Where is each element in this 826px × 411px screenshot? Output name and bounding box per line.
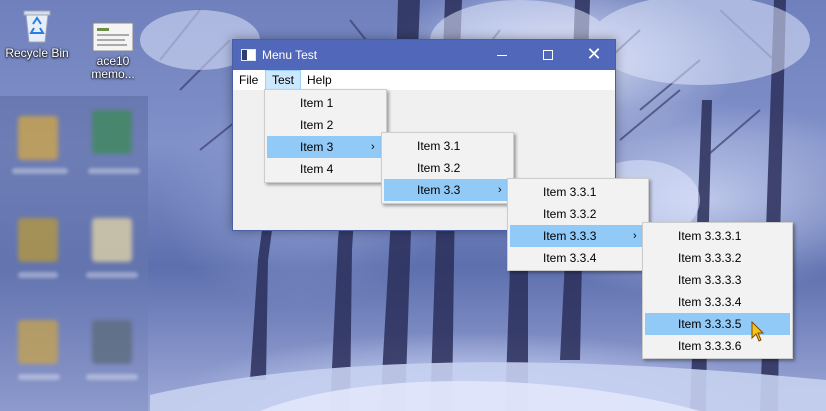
menu-item-3-3-3[interactable]: Item 3.3.3 › [510,225,646,247]
menu-item-3-3[interactable]: Item 3.3 › [384,179,511,201]
close-icon: ✕ [586,44,602,65]
menu-item-3-3-3-5[interactable]: Item 3.3.3.5 [645,313,790,335]
ace10-memo-shortcut[interactable]: ace10 memo... [76,22,150,81]
menu-file[interactable]: File [233,70,264,90]
blurred-icon [92,218,132,262]
recycle-bin-shortcut[interactable]: Recycle Bin [0,6,74,60]
minimize-icon [497,54,507,56]
blurred-icon [18,116,58,160]
menu-item-label: Item 3 [300,140,334,154]
menu-item-2[interactable]: Item 2 [267,114,384,136]
item3-submenu-popup: Item 3.1 Item 3.2 Item 3.3 › [381,132,514,204]
menu-item-3-3-1[interactable]: Item 3.3.1 [510,181,646,203]
menu-bar: File Test Help [233,70,615,90]
menu-item-3-3-3-6[interactable]: Item 3.3.3.6 [645,335,790,357]
menu-item-label: Item 3.3 [417,183,461,197]
item33-submenu-popup: Item 3.3.1 Item 3.3.2 Item 3.3.3 › Item … [507,178,649,271]
menu-test[interactable]: Test [265,70,302,90]
blurred-icon [18,218,58,262]
blurred-label [86,272,138,278]
menu-item-3-3-4[interactable]: Item 3.3.4 [510,247,646,269]
blurred-label [88,168,140,174]
menu-item-3-3-3-1[interactable]: Item 3.3.3.1 [645,225,790,247]
blurred-icon [92,110,132,154]
blurred-icon [92,320,132,364]
menu-item-3[interactable]: Item 3 › [267,136,384,158]
menu-item-1[interactable]: Item 1 [267,92,384,114]
blurred-label [18,272,58,278]
blurred-label [12,168,68,174]
menu-item-label: Item 3.3.3 [543,229,597,243]
document-icon [92,22,134,52]
app-window-icon [241,49,256,61]
menu-item-3-3-2[interactable]: Item 3.3.2 [510,203,646,225]
recycle-bin-icon [23,10,51,43]
blurred-icon [18,320,58,364]
window-title: Menu Test [262,48,318,62]
menu-item-3-3-3-3[interactable]: Item 3.3.3.3 [645,269,790,291]
test-menu-popup: Item 1 Item 2 Item 3 › Item 4 [264,89,387,183]
menu-item-3-2[interactable]: Item 3.2 [384,157,511,179]
item333-submenu-popup: Item 3.3.3.1 Item 3.3.3.2 Item 3.3.3.3 I… [642,222,793,359]
menu-help[interactable]: Help [301,70,338,90]
submenu-arrow-icon: › [371,141,375,153]
desktop-icon-label: Recycle Bin [5,46,69,60]
mouse-pointer-icon [751,321,765,342]
title-bar[interactable]: Menu Test ✕ [233,40,615,70]
blurred-label [86,374,138,380]
submenu-arrow-icon: › [633,230,637,242]
menu-item-4[interactable]: Item 4 [267,158,384,180]
desktop-icon-label: ace10 memo... [91,54,135,81]
menu-item-3-3-3-2[interactable]: Item 3.3.3.2 [645,247,790,269]
close-button[interactable]: ✕ [571,40,617,70]
minimize-button[interactable] [479,40,525,70]
menu-item-3-3-3-4[interactable]: Item 3.3.3.4 [645,291,790,313]
blurred-label [18,374,60,380]
maximize-icon [543,50,553,60]
submenu-arrow-icon: › [498,184,502,196]
maximize-button[interactable] [525,40,571,70]
menu-item-3-1[interactable]: Item 3.1 [384,135,511,157]
